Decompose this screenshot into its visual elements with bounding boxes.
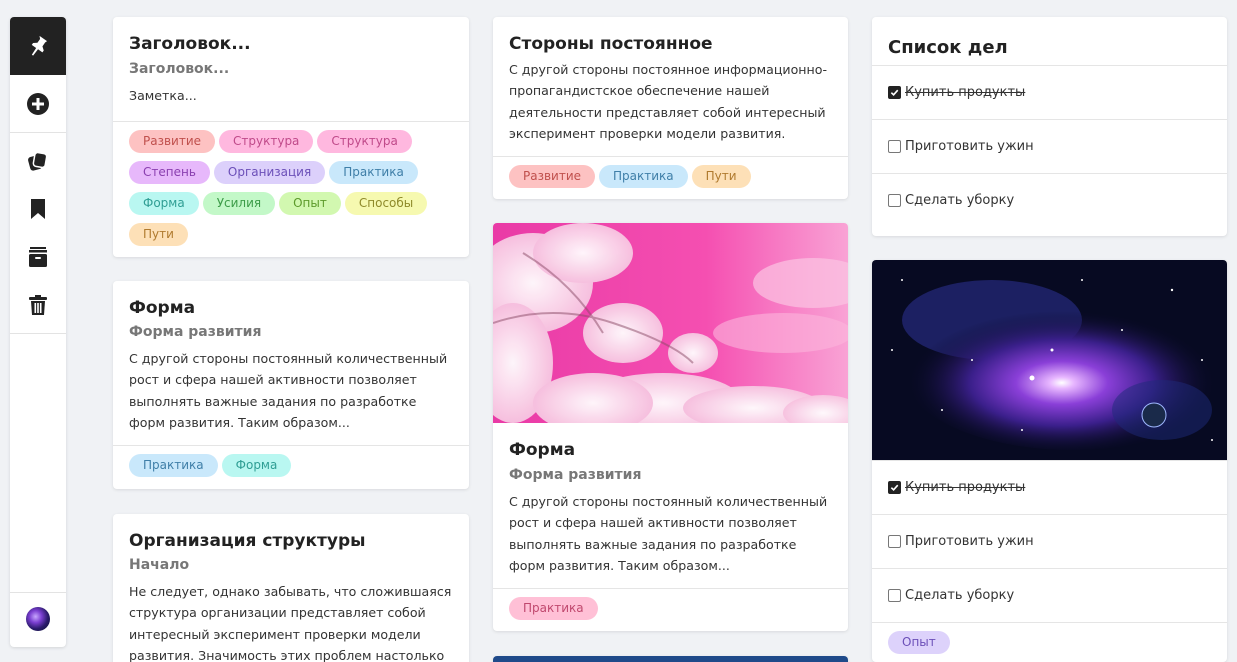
note-title: Организация структуры [129, 531, 366, 551]
tag-chip[interactable]: Пути [129, 223, 188, 246]
todo-checkbox[interactable] [888, 481, 901, 494]
sidebar [10, 17, 66, 647]
tag-chip[interactable]: Практика [329, 161, 418, 184]
sidebar-divider [10, 592, 66, 593]
tag-chip[interactable]: Форма [129, 192, 199, 215]
tag-chip[interactable]: Усилия [202, 192, 276, 215]
sidebar-archive-button[interactable] [10, 233, 66, 281]
todo-checkbox[interactable] [888, 535, 901, 548]
sidebar-trash-button[interactable] [10, 281, 66, 329]
note-subtitle: Начало [129, 557, 190, 573]
todo-item[interactable]: Купить продукты [872, 460, 1227, 514]
todo-card[interactable]: Купить продукты Приготовить ужин Сделать у… [872, 260, 1227, 662]
sidebar-add-button[interactable] [10, 80, 66, 128]
tag-list: Опыт [872, 622, 1227, 662]
archive-icon [29, 247, 47, 267]
add-circle-icon [27, 93, 49, 115]
avatar[interactable] [26, 607, 50, 631]
tag-list: Практика Форма [113, 446, 469, 485]
note-title: Заголовок... [129, 34, 251, 54]
todo-label: Приготовить ужин [905, 139, 1034, 154]
todo-item[interactable]: Приготовить ужин [872, 514, 1227, 568]
tag-chip[interactable]: Степень [129, 161, 210, 184]
note-subtitle: Заголовок... [129, 61, 230, 77]
pin-icon [31, 35, 48, 56]
check-icon [890, 89, 899, 97]
todo-label: Сделать уборку [905, 193, 1015, 208]
bookmark-icon [31, 199, 45, 219]
sidebar-bookmarks-button[interactable] [10, 185, 66, 233]
todo-item[interactable]: Сделать уборку [872, 568, 1227, 622]
note-subtitle: Форма развития [509, 467, 642, 483]
todo-label: Сделать уборку [905, 588, 1015, 603]
tag-chip[interactable]: Структура [219, 130, 314, 153]
tag-chip[interactable]: Развитие [129, 130, 216, 153]
todo-item[interactable]: Приготовить ужин [872, 119, 1227, 173]
tag-chip[interactable]: Практика [599, 165, 688, 188]
tag-chip[interactable]: Развитие [509, 165, 596, 188]
todo-label: Приготовить ужин [905, 534, 1034, 549]
todo-item[interactable]: Купить продукты [872, 65, 1227, 119]
todo-label: Купить продукты [905, 480, 1026, 495]
note-title: Форма [509, 440, 576, 460]
tag-chip[interactable]: Практика [129, 454, 218, 477]
sakura-image [493, 223, 848, 423]
sidebar-notes-button[interactable] [10, 137, 66, 185]
note-text: Не следует, однако забывать, что сложивш… [129, 584, 452, 662]
sidebar-pinned-button[interactable] [10, 17, 66, 75]
note-subtitle: Форма развития [129, 324, 262, 340]
note-title: Стороны постоянное [509, 34, 713, 54]
todo-label: Купить продукты [905, 85, 1026, 100]
note-card[interactable]: Форма Форма развития С другой стороны по… [493, 223, 848, 631]
todo-checkbox[interactable] [888, 589, 901, 602]
tag-chip[interactable]: Опыт [279, 192, 341, 215]
todo-list: Купить продукты Приготовить ужин Сделать у… [872, 65, 1227, 227]
note-card-image-partial[interactable] [493, 656, 848, 662]
tag-chip[interactable]: Способы [344, 192, 428, 215]
notes-icon [28, 151, 48, 171]
todo-checkbox[interactable] [888, 194, 901, 207]
todo-item[interactable]: Сделать уборку [872, 173, 1227, 227]
todo-card[interactable]: Список дел Купить продукты Приготовить уж… [872, 17, 1227, 236]
note-title: Форма [129, 298, 196, 318]
note-text: С другой стороны постоянное информационн… [509, 62, 827, 141]
galaxy-image [872, 260, 1227, 460]
todo-title: Список дел [888, 37, 1008, 58]
note-card[interactable]: Заголовок... Заголовок... Заметка... Раз… [113, 17, 469, 257]
check-icon [890, 484, 899, 492]
tag-list: Практика [493, 589, 848, 628]
todo-checkbox[interactable] [888, 86, 901, 99]
tag-chip[interactable]: Форма [221, 454, 292, 477]
sidebar-divider [10, 333, 66, 334]
todo-list: Купить продукты Приготовить ужин Сделать у… [872, 460, 1227, 622]
tag-list: Развитие Практика Пути [493, 157, 848, 196]
tag-chip[interactable]: Опыт [888, 631, 950, 654]
note-card[interactable]: Форма Форма развития С другой стороны по… [113, 281, 469, 489]
tag-chip[interactable]: Организация [213, 161, 326, 184]
todo-checkbox[interactable] [888, 140, 901, 153]
tag-chip[interactable]: Пути [691, 165, 751, 188]
tag-list: Развитие Структура Структура Степень Организ… [113, 122, 469, 254]
note-card[interactable]: Организация структуры Начало Не следует,… [113, 514, 469, 662]
note-text: Заметка... [129, 88, 197, 103]
tag-chip[interactable]: Структура [317, 130, 412, 153]
sidebar-divider [10, 132, 66, 133]
note-card[interactable]: Стороны постоянное С другой стороны пост… [493, 17, 848, 199]
note-text: С другой стороны постоянный количественн… [129, 351, 448, 430]
tag-chip[interactable]: Практика [509, 597, 598, 620]
trash-icon [29, 295, 47, 315]
note-text: С другой стороны постоянный количественн… [509, 494, 828, 573]
